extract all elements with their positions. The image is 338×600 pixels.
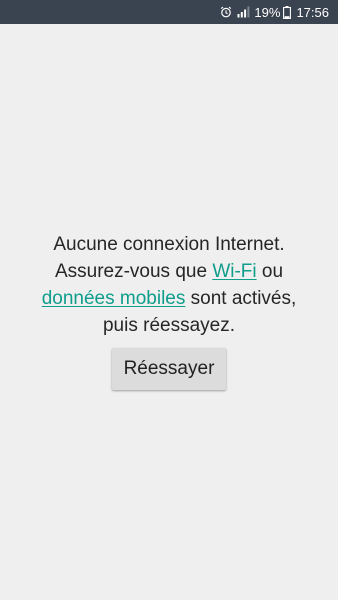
signal-icon (237, 6, 250, 18)
battery-percentage: 19% (254, 4, 281, 20)
message-line-1: Aucune connexion Internet. (53, 234, 285, 255)
content-area: Aucune connexion Internet. Assurez-vous … (0, 24, 338, 600)
message-text: Assurez-vous que (54, 261, 213, 282)
status-bar: 19% 17:56 (0, 0, 338, 24)
wifi-link[interactable]: Wi-Fi (212, 261, 256, 282)
message-line-4: puis réessayez. (102, 315, 235, 336)
clock: 17:56 (296, 4, 329, 20)
retry-button[interactable]: Réessayer (112, 348, 226, 390)
no-connection-message: Aucune connexion Internet. Assurez-vous … (0, 231, 338, 339)
message-text: sont activés, (185, 288, 297, 309)
message-text: ou (256, 261, 284, 282)
mobile-data-link[interactable]: données mobiles (42, 288, 186, 309)
battery-icon (283, 5, 292, 19)
alarm-icon (220, 6, 232, 18)
message-line-2: Assurez-vous que Wi-Fi ou (0, 258, 338, 285)
message-line-3: données mobiles sont activés, (0, 285, 338, 312)
